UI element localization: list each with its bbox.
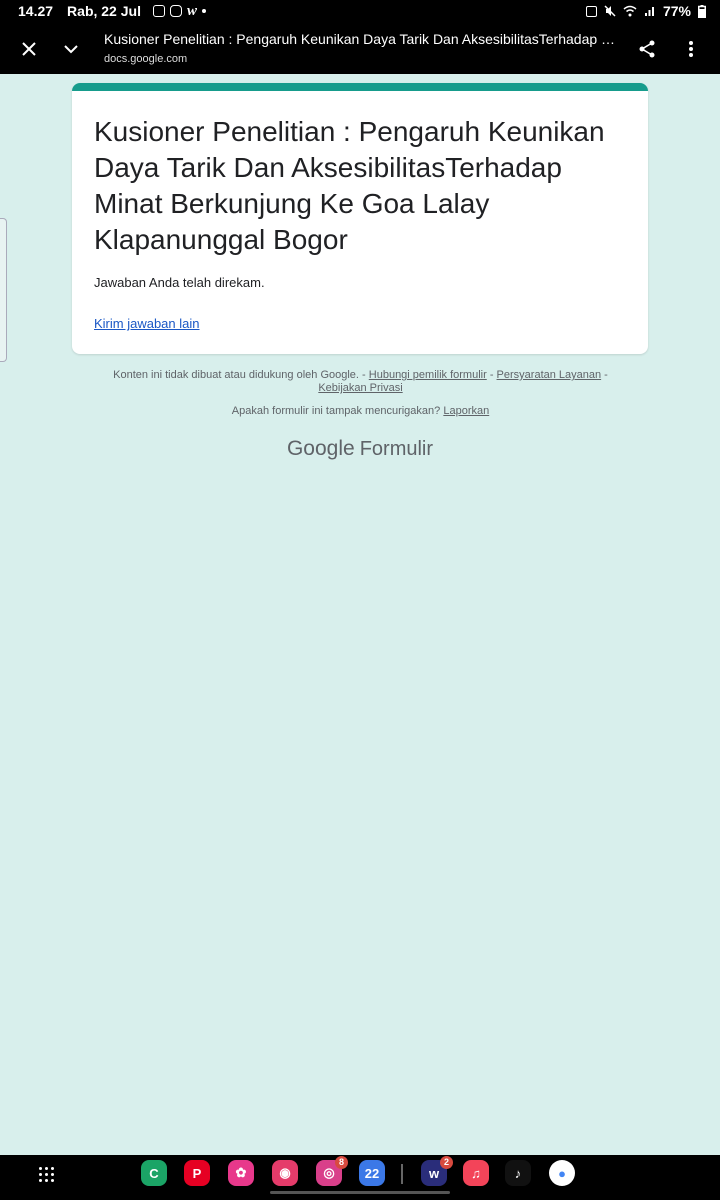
wattpad-icon: w xyxy=(428,1165,440,1181)
send-another-response-link[interactable]: Kirim jawaban lain xyxy=(94,316,200,331)
privacy-link[interactable]: Kebijakan Privasi xyxy=(318,382,402,394)
apps-grid-icon[interactable] xyxy=(39,1167,55,1183)
page-title: Kusioner Penelitian : Pengaruh Keunikan … xyxy=(104,31,624,47)
calendar-icon: 22 xyxy=(364,1165,380,1181)
share-icon xyxy=(639,40,655,58)
form-footer-disclaimer: Konten ini tidak dibuat atau didukung ol… xyxy=(88,369,633,395)
more-notifications-icon xyxy=(201,9,206,13)
notification-badge: 2 xyxy=(440,1156,453,1169)
phone-icon: C xyxy=(149,1165,159,1181)
google-wordmark: Google xyxy=(286,437,355,460)
dock-app-wattpad[interactable]: w2 xyxy=(421,1156,453,1186)
wifi-icon xyxy=(623,5,637,17)
signal-icon xyxy=(644,7,654,16)
forms-wordmark: Formulir xyxy=(359,438,434,460)
instagram-notification-icon xyxy=(169,5,182,17)
dock-app-chrome[interactable]: ● xyxy=(549,1160,575,1186)
terms-link[interactable]: Persyaratan Layanan xyxy=(497,369,602,381)
edge-panel-handle[interactable] xyxy=(0,218,7,362)
dock-app-blossom[interactable]: ✿ xyxy=(228,1160,254,1186)
share-button[interactable] xyxy=(622,24,672,74)
contact-owner-link[interactable]: Hubungi pemilik formulir xyxy=(369,369,487,381)
pinterest-icon: P xyxy=(192,1165,202,1181)
google-forms-logo[interactable]: Google Formulir xyxy=(0,437,720,461)
report-link[interactable]: Laporkan xyxy=(443,405,489,417)
status-time: 14.27 xyxy=(18,3,54,19)
wattpad-notification-icon: w xyxy=(186,3,197,19)
suspicious-text: Apakah formulir ini tampak mencurigakan? xyxy=(231,405,441,417)
instagram-icon: ◎ xyxy=(323,1165,335,1180)
chrome-icon: ● xyxy=(558,1165,566,1181)
form-confirmation-card: Kusioner Penelitian : Pengaruh Keunikan … xyxy=(72,83,648,354)
gesture-bar[interactable] xyxy=(270,1191,450,1194)
blossom-icon: ✿ xyxy=(235,1165,247,1180)
close-icon xyxy=(22,42,36,56)
camera-icon: ◉ xyxy=(279,1165,291,1180)
confirmation-message: Jawaban Anda telah direkam. xyxy=(94,275,265,290)
more-options-button[interactable] xyxy=(666,24,716,74)
disclaimer-text: Konten ini tidak dibuat atau didukung ol… xyxy=(113,369,359,381)
status-date: Rab, 22 Jul xyxy=(67,3,141,19)
dock-app-phone[interactable]: C xyxy=(141,1160,167,1186)
dock-app-tiktok[interactable]: ♪ xyxy=(505,1160,531,1186)
more-vert-icon xyxy=(689,41,693,57)
separator: - xyxy=(486,369,497,381)
status-bar: 14.27 Rab, 22 Jul w 77% xyxy=(0,0,720,24)
page-url: docs.google.com xyxy=(104,53,188,65)
battery-saver-icon xyxy=(585,5,597,17)
report-row: Apakah formulir ini tampak mencurigakan?… xyxy=(88,405,633,417)
battery-percent: 77% xyxy=(662,3,691,19)
dock-app-camera[interactable]: ◉ xyxy=(272,1160,298,1186)
notification-badge: 8 xyxy=(335,1156,348,1169)
gallery-notification-icon xyxy=(152,5,165,17)
music-icon: ♫ xyxy=(471,1165,481,1181)
dock-app-music[interactable]: ♫ xyxy=(463,1160,489,1186)
tiktok-icon: ♪ xyxy=(514,1165,522,1181)
dock-divider xyxy=(401,1164,403,1184)
chevron-down-icon xyxy=(64,45,78,54)
mute-icon xyxy=(604,5,616,17)
dock-app-instagram[interactable]: ◎ 8 xyxy=(316,1156,348,1186)
form-title: Kusioner Penelitian : Pengaruh Keunikan … xyxy=(94,116,605,255)
separator: - xyxy=(601,369,608,381)
card-accent-bar xyxy=(72,83,648,91)
dock-app-pinterest[interactable]: P xyxy=(184,1160,210,1186)
battery-icon xyxy=(698,4,706,18)
minimize-button[interactable] xyxy=(46,24,96,74)
notification-icons: w xyxy=(152,3,206,19)
dock-app-calendar[interactable]: 22 xyxy=(359,1160,385,1186)
custom-tab-toolbar: Kusioner Penelitian : Pengaruh Keunikan … xyxy=(0,24,720,74)
separator: - xyxy=(358,369,369,381)
